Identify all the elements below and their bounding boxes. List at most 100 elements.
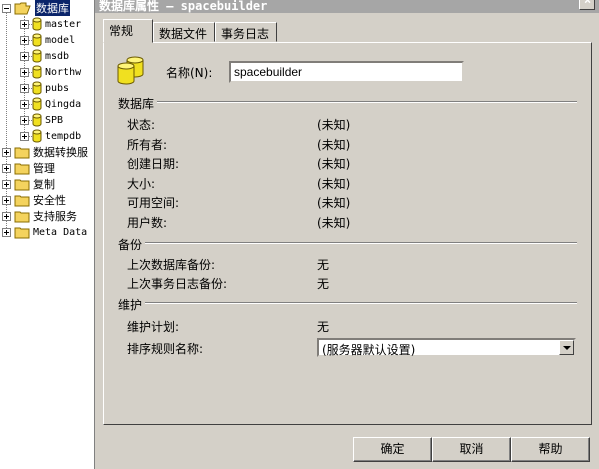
name-input[interactable] <box>229 61 464 83</box>
tree-node-db[interactable]: tempdb <box>20 128 81 144</box>
tree-node-db[interactable]: msdb <box>20 48 69 64</box>
expand-toggle[interactable] <box>20 83 29 93</box>
tree-label: 安全性 <box>33 194 66 207</box>
tree-label: 支持服务 <box>33 210 77 223</box>
collation-value: (服务器默认设置) <box>322 343 416 357</box>
expand-toggle[interactable] <box>20 67 29 77</box>
expand-toggle[interactable] <box>2 147 11 157</box>
tree-label: 管理 <box>33 162 55 175</box>
help-button[interactable]: 帮助 <box>511 437 590 462</box>
close-icon: × <box>584 0 592 7</box>
expand-toggle[interactable] <box>2 195 11 205</box>
tree-node-db[interactable]: model <box>20 32 75 48</box>
tree-label: Northw <box>45 66 82 78</box>
expand-toggle[interactable] <box>20 35 29 45</box>
tab-general[interactable]: 常规 <box>103 19 153 43</box>
tree-node-db[interactable]: SPB <box>20 112 63 128</box>
tree-label: Meta Data <box>33 226 88 238</box>
field-label: 上次数据库备份: <box>127 258 216 272</box>
cancel-button[interactable]: 取消 <box>432 437 511 462</box>
tree-label: pubs <box>45 82 70 94</box>
tree-label: master <box>45 18 82 30</box>
database-icon <box>117 56 144 85</box>
tree-node-db[interactable]: Northw <box>20 64 81 80</box>
tree-node-databases[interactable]: 数据库 <box>2 0 70 16</box>
database-icon <box>32 17 42 31</box>
object-explorer-tree: 数据库 master model msdb Northw pubs Qingda SPB te… <box>0 0 94 469</box>
field-label: 所有者: <box>127 137 168 152</box>
expand-toggle[interactable] <box>20 131 29 141</box>
tree-label: tempdb <box>45 130 82 142</box>
field-value: (未知) <box>317 196 351 211</box>
tab-panel-general <box>103 42 592 425</box>
field-label: 用户数: <box>127 216 168 230</box>
field-value: (未知) <box>317 118 351 132</box>
field-value: (未知) <box>317 216 351 230</box>
field-value: (未知) <box>317 157 351 172</box>
database-icon <box>32 81 42 95</box>
expand-toggle[interactable] <box>2 211 11 221</box>
field-value: 无 <box>317 258 330 272</box>
folder-icon <box>14 147 30 158</box>
section-heading-database: 数据库 <box>118 97 155 111</box>
expand-toggle[interactable] <box>2 163 11 173</box>
collation-label: 排序规则名称: <box>127 342 204 356</box>
expand-toggle[interactable] <box>20 19 29 29</box>
tree-label: SPB <box>45 114 64 126</box>
expand-toggle[interactable] <box>2 179 11 189</box>
folder-icon <box>14 211 30 222</box>
tree-label: Qingda <box>45 98 82 110</box>
expand-toggle[interactable] <box>20 99 29 109</box>
database-icon <box>32 33 42 47</box>
maintenance-plan-value: 无 <box>317 320 330 334</box>
collation-select[interactable]: (服务器默认设置) <box>317 338 576 357</box>
tree-node-db[interactable]: master <box>20 16 81 32</box>
section-divider <box>145 302 577 304</box>
close-button[interactable]: × <box>579 0 595 10</box>
tree-node-folder[interactable]: 支持服务 <box>2 208 77 224</box>
dialog-title: 数据库属性 — spacebuilder <box>99 0 268 13</box>
name-label: 名称(N): <box>166 66 213 80</box>
tree-node-db[interactable]: pubs <box>20 80 69 96</box>
field-label: 状态: <box>127 118 156 132</box>
folder-icon <box>14 195 30 206</box>
collapse-toggle[interactable] <box>2 3 11 13</box>
tree-label: model <box>45 34 76 46</box>
ok-button[interactable]: 确定 <box>353 437 432 462</box>
field-label: 大小: <box>127 176 156 191</box>
expand-toggle[interactable] <box>20 115 29 125</box>
maintenance-plan-label: 维护计划: <box>127 320 180 334</box>
expand-toggle[interactable] <box>2 227 11 237</box>
field-value: (未知) <box>317 137 351 152</box>
field-label: 上次事务日志备份: <box>127 277 228 291</box>
tree-node-db[interactable]: Qingda <box>20 96 81 112</box>
section-divider <box>145 242 577 244</box>
database-icon <box>32 129 42 143</box>
tree-node-folder[interactable]: 复制 <box>2 176 55 192</box>
section-heading-maintenance: 维护 <box>118 298 143 312</box>
tree-label: 数据库 <box>35 0 70 16</box>
folder-icon <box>14 227 30 238</box>
database-properties-dialog: 数据库属性 — spacebuilder × 常规 数据文件 事务日志 名称(N… <box>94 0 599 469</box>
folder-open-icon <box>14 2 31 15</box>
tree-node-folder[interactable]: 管理 <box>2 160 55 176</box>
expand-toggle[interactable] <box>20 51 29 61</box>
tree-node-folder[interactable]: Meta Data <box>2 224 87 240</box>
database-icon <box>32 65 42 79</box>
field-label: 创建日期: <box>127 157 180 172</box>
tree-node-folder[interactable]: 数据转换服 <box>2 144 88 160</box>
folder-icon <box>14 163 30 174</box>
field-label: 可用空间: <box>127 196 180 211</box>
tab-transaction-log[interactable]: 事务日志 <box>215 22 277 42</box>
database-icon <box>32 49 42 63</box>
tree-label: 复制 <box>33 178 55 191</box>
title-bar[interactable]: 数据库属性 — spacebuilder × <box>95 0 599 13</box>
chevron-down-icon[interactable] <box>559 340 574 355</box>
tree-label: 数据转换服 <box>33 146 88 159</box>
section-divider <box>157 101 577 103</box>
tree-node-folder[interactable]: 安全性 <box>2 192 66 208</box>
tab-data-files[interactable]: 数据文件 <box>153 22 215 42</box>
tree-label: msdb <box>45 50 70 62</box>
section-heading-backup: 备份 <box>118 238 143 252</box>
field-value: (未知) <box>317 176 351 191</box>
